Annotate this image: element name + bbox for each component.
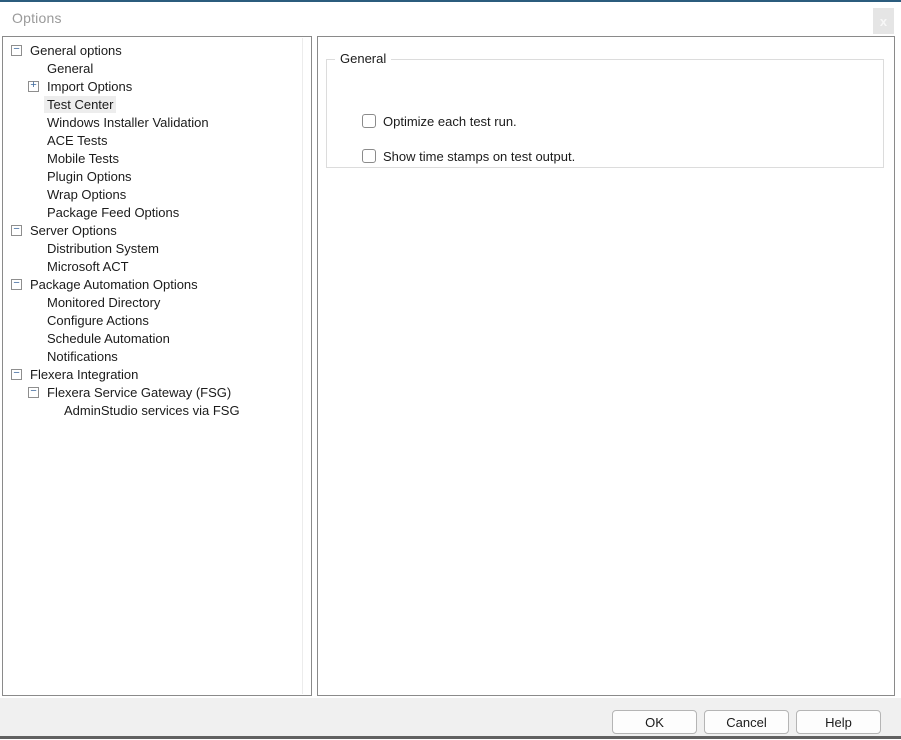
minus-icon[interactable]: − xyxy=(11,279,22,290)
window-bottom-border xyxy=(0,736,901,739)
tree-item-label: Test Center xyxy=(44,96,116,113)
tree-item[interactable]: Monitored Directory xyxy=(3,293,311,311)
tree-item-label: Package Feed Options xyxy=(44,204,182,221)
dialog-footer: OK Cancel Help xyxy=(0,698,901,736)
minus-icon[interactable]: − xyxy=(11,369,22,380)
tree-item[interactable]: −General options xyxy=(3,41,311,59)
tree-item-label: Mobile Tests xyxy=(44,150,122,167)
checkbox-row-optimize[interactable]: Optimize each test run. xyxy=(362,113,517,129)
close-button[interactable]: x xyxy=(873,8,894,34)
tree-item-label: Configure Actions xyxy=(44,312,152,329)
general-groupbox: General Optimize each test run. Show tim… xyxy=(326,59,884,168)
tree-item[interactable]: Wrap Options xyxy=(3,185,311,203)
optimize-checkbox[interactable] xyxy=(362,114,376,128)
settings-panel: General Optimize each test run. Show tim… xyxy=(317,36,895,696)
tree-item-label: Package Automation Options xyxy=(27,276,201,293)
tree-item-label: Flexera Service Gateway (FSG) xyxy=(44,384,234,401)
cancel-button[interactable]: Cancel xyxy=(704,710,789,734)
tree-item[interactable]: Schedule Automation xyxy=(3,329,311,347)
tree-item[interactable]: −Flexera Service Gateway (FSG) xyxy=(3,383,311,401)
tree-item-label: General xyxy=(44,60,96,77)
tree-item-label: Flexera Integration xyxy=(27,366,141,383)
minus-icon[interactable]: − xyxy=(28,387,39,398)
tree-item-label: Wrap Options xyxy=(44,186,129,203)
minus-icon[interactable]: − xyxy=(11,225,22,236)
tree-item[interactable]: Distribution System xyxy=(3,239,311,257)
plus-icon[interactable]: + xyxy=(28,81,39,92)
ok-button[interactable]: OK xyxy=(612,710,697,734)
tree-item[interactable]: Plugin Options xyxy=(3,167,311,185)
tree-item-label: Schedule Automation xyxy=(44,330,173,347)
tree-item[interactable]: Package Feed Options xyxy=(3,203,311,221)
options-tree-panel: −General optionsGeneral+Import OptionsTe… xyxy=(2,36,312,696)
checkbox-label: Show time stamps on test output. xyxy=(383,149,575,164)
tree-item-label: Import Options xyxy=(44,78,135,95)
tree-item[interactable]: ACE Tests xyxy=(3,131,311,149)
tree-item-label: ACE Tests xyxy=(44,132,110,149)
tree-item[interactable]: −Flexera Integration xyxy=(3,365,311,383)
tree-item-label: Monitored Directory xyxy=(44,294,163,311)
tree-item-label: Windows Installer Validation xyxy=(44,114,212,131)
tree-item-label: Plugin Options xyxy=(44,168,135,185)
tree-item[interactable]: General xyxy=(3,59,311,77)
tree-item-label: Notifications xyxy=(44,348,121,365)
timestamps-checkbox[interactable] xyxy=(362,149,376,163)
tree-item[interactable]: Configure Actions xyxy=(3,311,311,329)
tree-item-label: Distribution System xyxy=(44,240,162,257)
help-button[interactable]: Help xyxy=(796,710,881,734)
checkbox-row-timestamps[interactable]: Show time stamps on test output. xyxy=(362,148,575,164)
window-title: Options xyxy=(12,10,62,26)
tree-item[interactable]: AdminStudio services via FSG xyxy=(3,401,311,419)
tree-item[interactable]: −Server Options xyxy=(3,221,311,239)
titlebar[interactable]: Options x xyxy=(0,2,901,36)
tree-item[interactable]: + Import Options xyxy=(3,77,311,95)
tree-item[interactable]: Microsoft ACT xyxy=(3,257,311,275)
groupbox-title: General xyxy=(335,51,391,66)
tree: −General optionsGeneral+Import OptionsTe… xyxy=(3,41,311,419)
tree-item[interactable]: −Package Automation Options xyxy=(3,275,311,293)
options-dialog: Options x −General optionsGeneral+Import… xyxy=(0,0,901,740)
tree-item[interactable]: Windows Installer Validation xyxy=(3,113,311,131)
checkbox-label: Optimize each test run. xyxy=(383,114,517,129)
tree-item[interactable]: Test Center xyxy=(3,95,311,113)
tree-item-label: Server Options xyxy=(27,222,120,239)
close-icon: x xyxy=(880,14,887,29)
tree-item-label: Microsoft ACT xyxy=(44,258,132,275)
scrollbar-track[interactable] xyxy=(302,38,303,694)
tree-item-label: AdminStudio services via FSG xyxy=(61,402,243,419)
minus-icon[interactable]: − xyxy=(11,45,22,56)
tree-item[interactable]: Notifications xyxy=(3,347,311,365)
tree-item-label: General options xyxy=(27,42,125,59)
tree-item[interactable]: Mobile Tests xyxy=(3,149,311,167)
